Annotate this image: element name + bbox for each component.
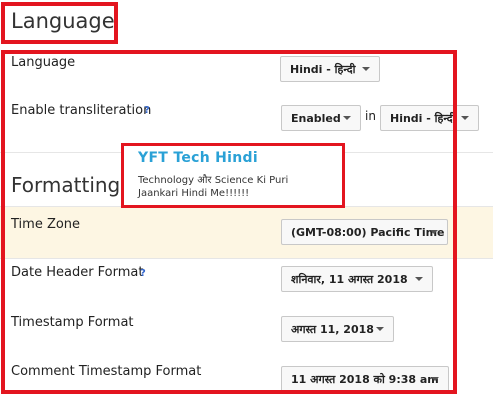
chevron-down-icon [461,116,469,120]
annotation-box-settings [1,50,457,394]
annotation-box-language-title [1,2,118,44]
